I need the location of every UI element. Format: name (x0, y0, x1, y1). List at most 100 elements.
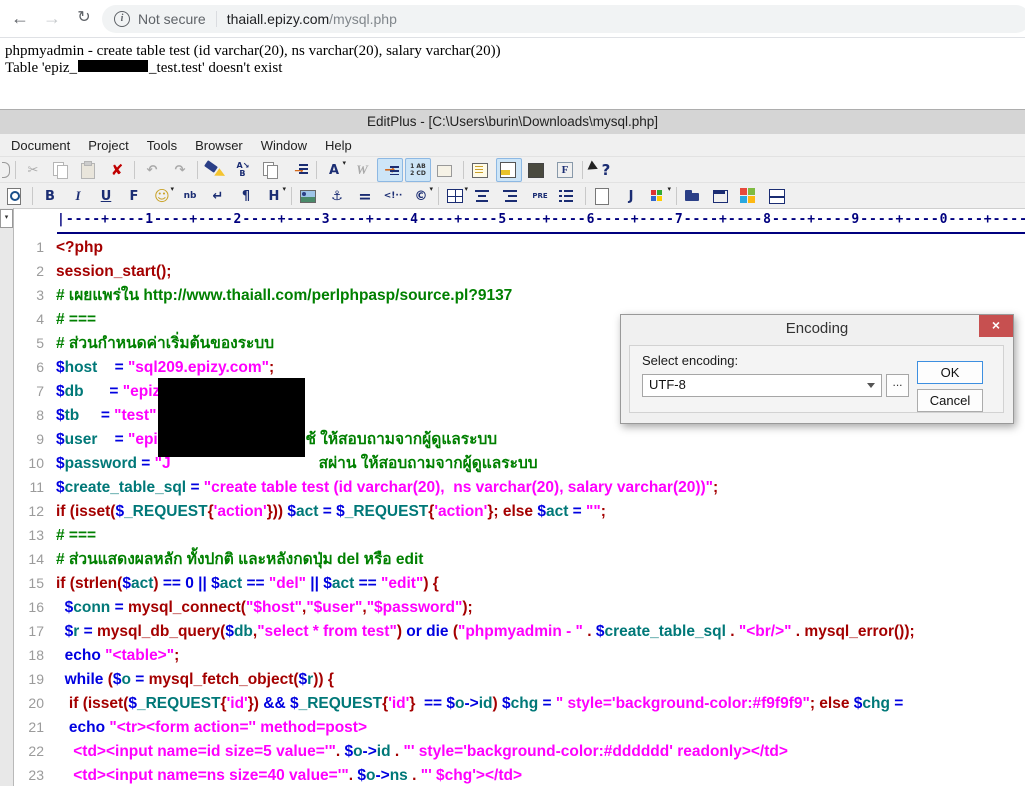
anchor-icon[interactable]: ⚓ (324, 184, 350, 208)
context-help-icon[interactable]: ? (587, 158, 619, 182)
font-icon[interactable]: A (321, 158, 347, 182)
ruler-dropdown[interactable]: ▾ (0, 209, 13, 228)
cancel-button[interactable]: Cancel (917, 389, 983, 412)
syntax-icon[interactable]: ✎ (433, 158, 459, 182)
code-line: 3 # เผยแพร่ใน http://www.thaiall.com/perl… (14, 284, 1025, 308)
browser-content: phpmyadmin - create table test (id varch… (0, 38, 1025, 109)
font-face-icon[interactable]: F (121, 184, 147, 208)
back-icon[interactable]: ← (8, 6, 32, 30)
special-char-icon[interactable]: © (408, 184, 434, 208)
nbsp-icon[interactable]: nb (177, 184, 203, 208)
partial-icon[interactable] (2, 162, 10, 178)
java-icon[interactable]: J (618, 184, 644, 208)
menu-document[interactable]: Document (2, 138, 79, 153)
list-icon[interactable] (555, 184, 581, 208)
url-divider (215, 11, 217, 27)
line-number: 4 (36, 311, 44, 327)
paste-icon[interactable] (76, 158, 102, 182)
line-number-icon[interactable]: 1 AB 2 CD (405, 158, 431, 182)
function-list-icon[interactable]: F (552, 158, 578, 182)
frame-icon[interactable] (709, 184, 735, 208)
menu-help[interactable]: Help (316, 138, 361, 153)
object-icon[interactable] (646, 184, 672, 208)
window-title: EditPlus - [C:\Users\burin\Downloads\mys… (366, 114, 659, 129)
menu-project[interactable]: Project (79, 138, 137, 153)
table-icon[interactable] (443, 184, 469, 208)
code-line: 16 $conn = mysql_connect("$host","$user"… (14, 596, 1025, 620)
undo-icon[interactable]: ↶ (139, 158, 165, 182)
address-bar[interactable]: i Not secure thaiall.epizy.com/mysql.php (102, 5, 1025, 33)
find-in-files-icon[interactable] (258, 158, 284, 182)
copy-icon[interactable] (48, 158, 74, 182)
menu-tools[interactable]: Tools (138, 138, 186, 153)
code-line: 22 <td><input name=id size=5 value='". $… (14, 740, 1025, 764)
underline-icon[interactable]: U (93, 184, 119, 208)
redo-icon[interactable]: ↷ (167, 158, 193, 182)
line-number: 22 (28, 743, 44, 759)
delete-icon[interactable]: ✘ (104, 158, 130, 182)
folder-icon[interactable] (681, 184, 707, 208)
code-line: 18 echo "<table>"; (14, 644, 1025, 668)
title-bar[interactable]: EditPlus - [C:\Users\burin\Downloads\mys… (0, 110, 1025, 134)
line-number: 7 (36, 383, 44, 399)
align-center-icon[interactable] (471, 184, 497, 208)
align-right-icon[interactable] (499, 184, 525, 208)
encoding-dialog: Encoding × Select encoding: UTF-8 ... OK… (620, 314, 1014, 424)
reload-icon[interactable]: ↻ (72, 6, 96, 30)
code-line: 14 # ส่วนแสดงผลหลัก ทั้งปกติ และหลังกดปุ่… (14, 548, 1025, 572)
close-icon[interactable]: × (979, 315, 1013, 337)
browser-preview-icon[interactable] (2, 184, 28, 208)
menu-window[interactable]: Window (252, 138, 316, 153)
script-icon[interactable]: ✎ (590, 184, 616, 208)
line-number: 2 (36, 263, 44, 279)
encoding-value: UTF-8 (649, 377, 686, 392)
browser-toolbar: ← → ↻ i Not secure thaiall.epizy.com/mys… (0, 0, 1025, 38)
left-margin-strip[interactable] (0, 208, 14, 786)
pre-icon[interactable]: PRE (527, 184, 553, 208)
paragraph-icon[interactable]: ¶ (233, 184, 259, 208)
italic-icon[interactable]: I (65, 184, 91, 208)
line-break-icon[interactable]: ↵ (205, 184, 231, 208)
image-icon[interactable] (296, 184, 322, 208)
toolbar-separator (438, 187, 439, 205)
user-tools-icon[interactable]: ⚒ (524, 158, 550, 182)
indent-guide-icon[interactable]: → (377, 158, 403, 182)
toolbar-separator (291, 187, 292, 205)
line-number: 5 (36, 335, 44, 351)
output-window-icon[interactable] (496, 158, 522, 182)
menu-browser[interactable]: Browser (186, 138, 252, 153)
bold-icon[interactable]: B (37, 184, 63, 208)
line-number: 3 (36, 287, 44, 303)
document-list-icon[interactable] (468, 158, 494, 182)
line-number: 21 (28, 719, 44, 735)
word-wrap-icon[interactable]: W (349, 158, 375, 182)
line-number: 13 (28, 527, 44, 543)
toolbar-separator (582, 161, 583, 179)
split-icon[interactable] (765, 184, 791, 208)
cut-icon[interactable]: ✂ (20, 158, 46, 182)
page-text-line1: phpmyadmin - create table test (id varch… (5, 43, 501, 59)
find-icon[interactable] (202, 158, 228, 182)
forward-icon[interactable]: → (40, 6, 64, 30)
comment-icon[interactable]: <!·· (380, 184, 406, 208)
line-number: 19 (28, 671, 44, 687)
heading-icon[interactable]: H (261, 184, 287, 208)
hrule-icon[interactable]: = (352, 184, 378, 208)
emoticon-icon[interactable]: ☺ (149, 184, 175, 208)
toolbar-separator (316, 161, 317, 179)
line-number: 12 (28, 503, 44, 519)
page-text-line2-pre: Table 'epiz_ (5, 60, 78, 76)
browse-button[interactable]: ... (886, 374, 909, 397)
code-line: 1 <?php (14, 236, 1025, 260)
editplus-window: EditPlus - [C:\Users\burin\Downloads\mys… (0, 109, 1025, 786)
toolbar-row2: BIUF☺nb↵¶H ⚓=<!··© PRE ✎J (0, 182, 1025, 209)
ok-button[interactable]: OK (917, 361, 983, 384)
line-number: 8 (36, 407, 44, 423)
info-icon[interactable]: i (114, 11, 130, 27)
replace-icon[interactable]: A↘ B (230, 158, 256, 182)
screen: ← → ↻ i Not secure thaiall.epizy.com/mys… (0, 0, 1025, 786)
toolbar-separator (134, 161, 135, 179)
encoding-select[interactable]: UTF-8 (642, 374, 882, 397)
view-browser-icon[interactable] (737, 184, 763, 208)
goto-line-icon[interactable]: → (286, 158, 312, 182)
